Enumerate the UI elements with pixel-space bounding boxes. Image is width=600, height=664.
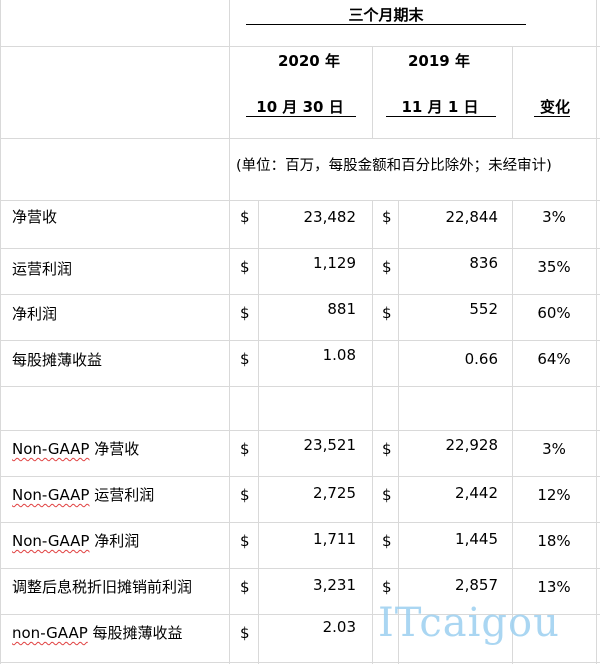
value-2020: 881: [327, 300, 356, 318]
grid-line: [512, 46, 513, 138]
value-change: 64%: [537, 350, 571, 368]
col-2019-year: 2019 年: [408, 52, 470, 70]
value-change: 13%: [537, 578, 571, 596]
grid-line: [0, 0, 1, 664]
value-2019: 22,844: [445, 208, 499, 226]
currency-sign: $: [382, 486, 392, 504]
currency-sign: $: [240, 350, 250, 368]
currency-sign: $: [240, 304, 250, 322]
value-2020: 23,521: [303, 436, 357, 454]
label-prefix: Non-GAAP: [12, 532, 90, 550]
row-label: Non-GAAP 净利润: [12, 530, 139, 551]
value-2020: 23,482: [303, 208, 357, 226]
grid-line: [0, 294, 600, 295]
row-label: 运营利润: [12, 260, 73, 278]
value-2019: 1,445: [455, 530, 498, 548]
value-change: 35%: [537, 258, 571, 276]
value-2020: 1,129: [313, 254, 356, 272]
currency-sign: $: [382, 440, 392, 458]
currency-sign: $: [240, 532, 250, 550]
col-2020-underline: [246, 116, 356, 117]
period-header: 三个月期末: [348, 6, 424, 24]
grid-line: [0, 340, 600, 341]
value-2019: 0.66: [464, 350, 498, 368]
grid-line: [0, 200, 600, 201]
value-change: 3%: [542, 208, 566, 226]
value-2019: 836: [469, 254, 498, 272]
grid-line: [258, 200, 259, 664]
grid-line: [0, 46, 600, 47]
label-prefix: non-GAAP: [12, 624, 88, 642]
currency-sign: $: [382, 578, 392, 596]
value-2020: 2.03: [322, 618, 356, 636]
financial-table: 三个月期末 2020 年 10 月 30 日 2019 年 11 月 1 日 变…: [0, 0, 600, 664]
row-label: 净利润: [12, 305, 58, 323]
grid-line: [229, 0, 230, 664]
value-2020: 2,725: [313, 484, 356, 502]
value-2020: 3,231: [313, 576, 356, 594]
row-label: 每股摊薄收益: [12, 351, 103, 369]
currency-sign: $: [240, 578, 250, 596]
row-label: Non-GAAP 净营收: [12, 438, 139, 459]
grid-line: [0, 430, 600, 431]
value-change: 12%: [537, 486, 571, 504]
grid-line: [0, 662, 600, 663]
col-2020-date: 10 月 30 日: [256, 98, 344, 116]
grid-line: [0, 568, 600, 569]
value-2020: 1.08: [322, 346, 356, 364]
currency-sign: $: [382, 304, 392, 322]
currency-sign: $: [382, 258, 392, 276]
col-2019-underline: [386, 116, 496, 117]
label-prefix: Non-GAAP: [12, 486, 90, 504]
value-2019: 22,928: [445, 436, 499, 454]
col-2019-date: 11 月 1 日: [401, 98, 479, 116]
row-label: non-GAAP 每股摊薄收益: [12, 622, 183, 643]
grid-line: [596, 0, 597, 664]
value-2019: 2,442: [455, 484, 498, 502]
label-text: 净营收: [89, 440, 140, 458]
grid-line: [372, 200, 373, 664]
grid-line: [0, 522, 600, 523]
currency-sign: $: [240, 624, 250, 642]
grid-line: [372, 46, 373, 138]
period-underline: [246, 24, 526, 25]
currency-sign: $: [240, 258, 250, 276]
grid-line: [0, 476, 600, 477]
watermark-logo: ITcaigou: [378, 600, 560, 646]
col-change: 变化: [539, 98, 570, 116]
currency-sign: $: [382, 532, 392, 550]
unit-note: (单位：百万，每股金额和百分比除外；未经审计): [236, 158, 552, 174]
currency-sign: $: [382, 208, 392, 226]
value-change: 3%: [542, 440, 566, 458]
grid-line: [0, 248, 600, 249]
label-prefix: Non-GAAP: [12, 440, 90, 458]
grid-line: [0, 386, 600, 387]
label-text: 运营利润: [89, 486, 155, 504]
label-text: 净利润: [89, 532, 140, 550]
currency-sign: $: [240, 208, 250, 226]
currency-sign: $: [240, 440, 250, 458]
currency-sign: $: [240, 486, 250, 504]
col-change-underline: [534, 116, 570, 117]
col-2020-year: 2020 年: [278, 52, 340, 70]
row-label: Non-GAAP 运营利润: [12, 484, 154, 505]
label-text: 每股摊薄收益: [87, 624, 183, 642]
grid-line: [398, 200, 399, 664]
value-change: 60%: [537, 304, 571, 322]
value-2019: 2,857: [455, 576, 498, 594]
value-2019: 552: [469, 300, 498, 318]
row-label: 调整后息税折旧摊销前利润: [12, 578, 193, 596]
grid-line: [0, 138, 600, 139]
row-label: 净营收: [12, 208, 58, 226]
value-2020: 1,711: [313, 530, 356, 548]
value-change: 18%: [537, 532, 571, 550]
